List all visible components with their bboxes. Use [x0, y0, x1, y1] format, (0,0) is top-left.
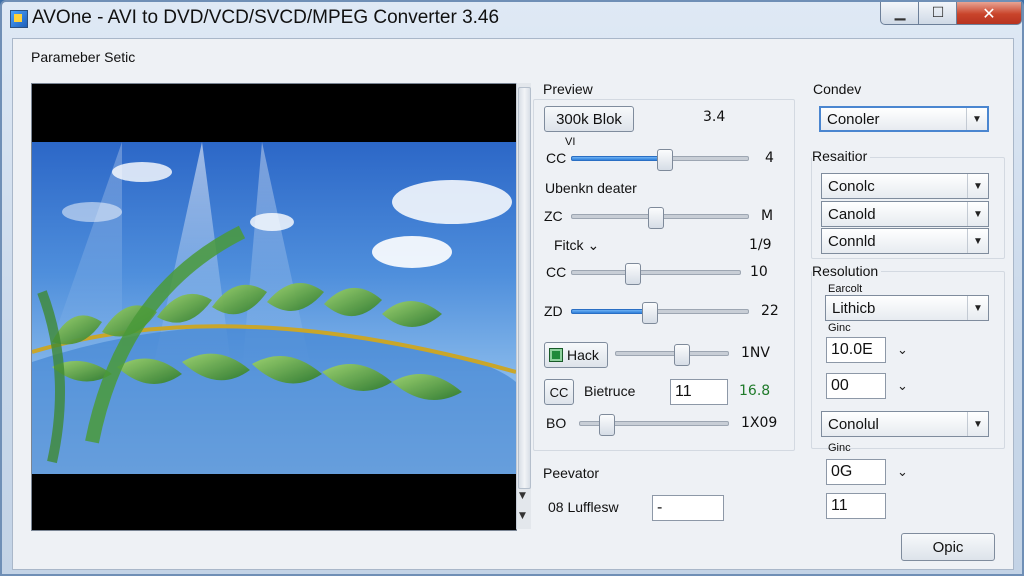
app-window: AVOne - AVI to DVD/VCD/SVCD/MPEG Convert…	[0, 0, 1024, 576]
scroll-down-icon-2[interactable]: ▼	[519, 511, 526, 521]
converter-combo[interactable]: Conoler ▼	[819, 106, 989, 132]
client-area: Parameber Setic ▼ ▼ Preview 300k Blok 3.…	[12, 38, 1014, 570]
row1-slider-thumb[interactable]	[656, 149, 673, 171]
dropdown-arrow-icon[interactable]: ▼	[967, 229, 988, 253]
dropdown-arrow-icon[interactable]: ▼	[967, 202, 988, 226]
gain-input-3[interactable]: 0G	[826, 459, 886, 485]
chevron-down-icon[interactable]: ⌄	[897, 465, 908, 480]
gain-input-1[interactable]: 10.0E	[826, 337, 886, 363]
resolution-title-2: Resolution	[812, 263, 882, 279]
title-bar: AVOne - AVI to DVD/VCD/SVCD/MPEG Convert…	[2, 2, 1022, 38]
video-preview	[31, 83, 517, 531]
format-combo[interactable]: Lithicb ▼	[825, 295, 989, 321]
row3-slider[interactable]	[571, 263, 741, 285]
close-button[interactable]: ✕	[956, 2, 1022, 25]
hack-label: Hack	[567, 347, 599, 363]
bo-slider[interactable]	[579, 414, 729, 436]
row2-value: M	[761, 208, 774, 224]
filter-input[interactable]: -	[652, 495, 724, 521]
hack-value: 1NV	[741, 345, 770, 361]
bitrate-value: 3.4	[703, 109, 726, 125]
scrollbar-thumb[interactable]	[518, 87, 531, 489]
combo-b[interactable]: Canold ▼	[821, 201, 989, 227]
preview-frame	[32, 142, 516, 474]
cc-button[interactable]: CC	[544, 379, 574, 405]
letterbox-bottom	[32, 474, 516, 530]
app-icon	[10, 10, 28, 28]
dropdown-arrow-icon[interactable]: ▼	[967, 412, 988, 436]
window-title: AVOne - AVI to DVD/VCD/SVCD/MPEG Convert…	[32, 7, 500, 28]
row3-value: 10	[750, 264, 768, 280]
flick-label[interactable]: Fitck ⌄	[554, 237, 599, 254]
gain-input-2[interactable]: 00	[826, 373, 886, 399]
row4-slider[interactable]	[571, 302, 749, 324]
row4-slider-thumb[interactable]	[642, 302, 659, 324]
combo-d[interactable]: Conolul ▼	[821, 411, 989, 437]
scroll-down-icon[interactable]: ▼	[519, 491, 526, 501]
converter-title: Condev	[813, 81, 862, 97]
gain-input-4[interactable]: 11	[826, 493, 886, 519]
maximize-button[interactable]: ☐	[918, 2, 958, 25]
row3-label: CC	[546, 264, 567, 280]
letterbox-top	[32, 84, 516, 142]
hack-checkbox[interactable]	[549, 348, 563, 362]
combo-c[interactable]: Connld ▼	[821, 228, 989, 254]
row1-label: CC	[546, 150, 567, 166]
minimize-button[interactable]: ▁	[880, 2, 920, 25]
combo-a[interactable]: Conolc ▼	[821, 173, 989, 199]
gain2-label: Ginc	[828, 442, 851, 454]
chevron-down-icon[interactable]: ⌄	[897, 379, 908, 394]
dropdown-arrow-icon[interactable]: ▼	[966, 108, 987, 130]
separator-title: Peevator	[543, 465, 600, 481]
row3-slider-thumb[interactable]	[625, 263, 642, 285]
flick-value: 1/9	[749, 237, 772, 253]
bo-value: 1X09	[741, 415, 778, 431]
preview-title: Preview	[543, 81, 593, 97]
dropdown-arrow-icon[interactable]: ▼	[967, 174, 988, 198]
structure-label: Bietruce	[584, 383, 636, 399]
preview-scene-image	[32, 142, 516, 474]
resolution-title-1: Resaitior	[812, 148, 871, 164]
vi-label: VI	[565, 136, 576, 148]
bo-label: BO	[546, 415, 567, 431]
row1-value: 4	[765, 150, 774, 166]
hack-slider[interactable]	[615, 344, 729, 366]
param-group-title: Parameber Setic	[31, 49, 136, 65]
structure-value: 16.8	[739, 383, 771, 399]
gain-label: Ginc	[828, 322, 851, 334]
preview-scrollbar[interactable]: ▼ ▼	[516, 83, 531, 529]
hack-toggle[interactable]: Hack	[544, 342, 608, 368]
chevron-down-icon[interactable]: ⌄	[897, 343, 908, 358]
row2-label: ZC	[544, 208, 563, 224]
row4-label: ZD	[544, 303, 563, 319]
structure-input[interactable]: 11	[670, 379, 728, 405]
hack-slider-thumb[interactable]	[674, 344, 691, 366]
format-label: Earcolt	[828, 283, 863, 295]
row2-slider[interactable]	[571, 207, 749, 229]
bitrate-block-button[interactable]: 300k Blok	[544, 106, 634, 132]
filter-label: 08 Lufflesw	[548, 499, 619, 515]
blend-label: Ubenkn deater	[545, 180, 637, 196]
row4-value: 22	[761, 303, 779, 319]
row2-slider-thumb[interactable]	[647, 207, 664, 229]
row1-slider[interactable]	[571, 149, 749, 171]
bo-slider-thumb[interactable]	[599, 414, 615, 436]
option-button[interactable]: Opic	[901, 533, 995, 561]
dropdown-arrow-icon[interactable]: ▼	[967, 296, 988, 320]
